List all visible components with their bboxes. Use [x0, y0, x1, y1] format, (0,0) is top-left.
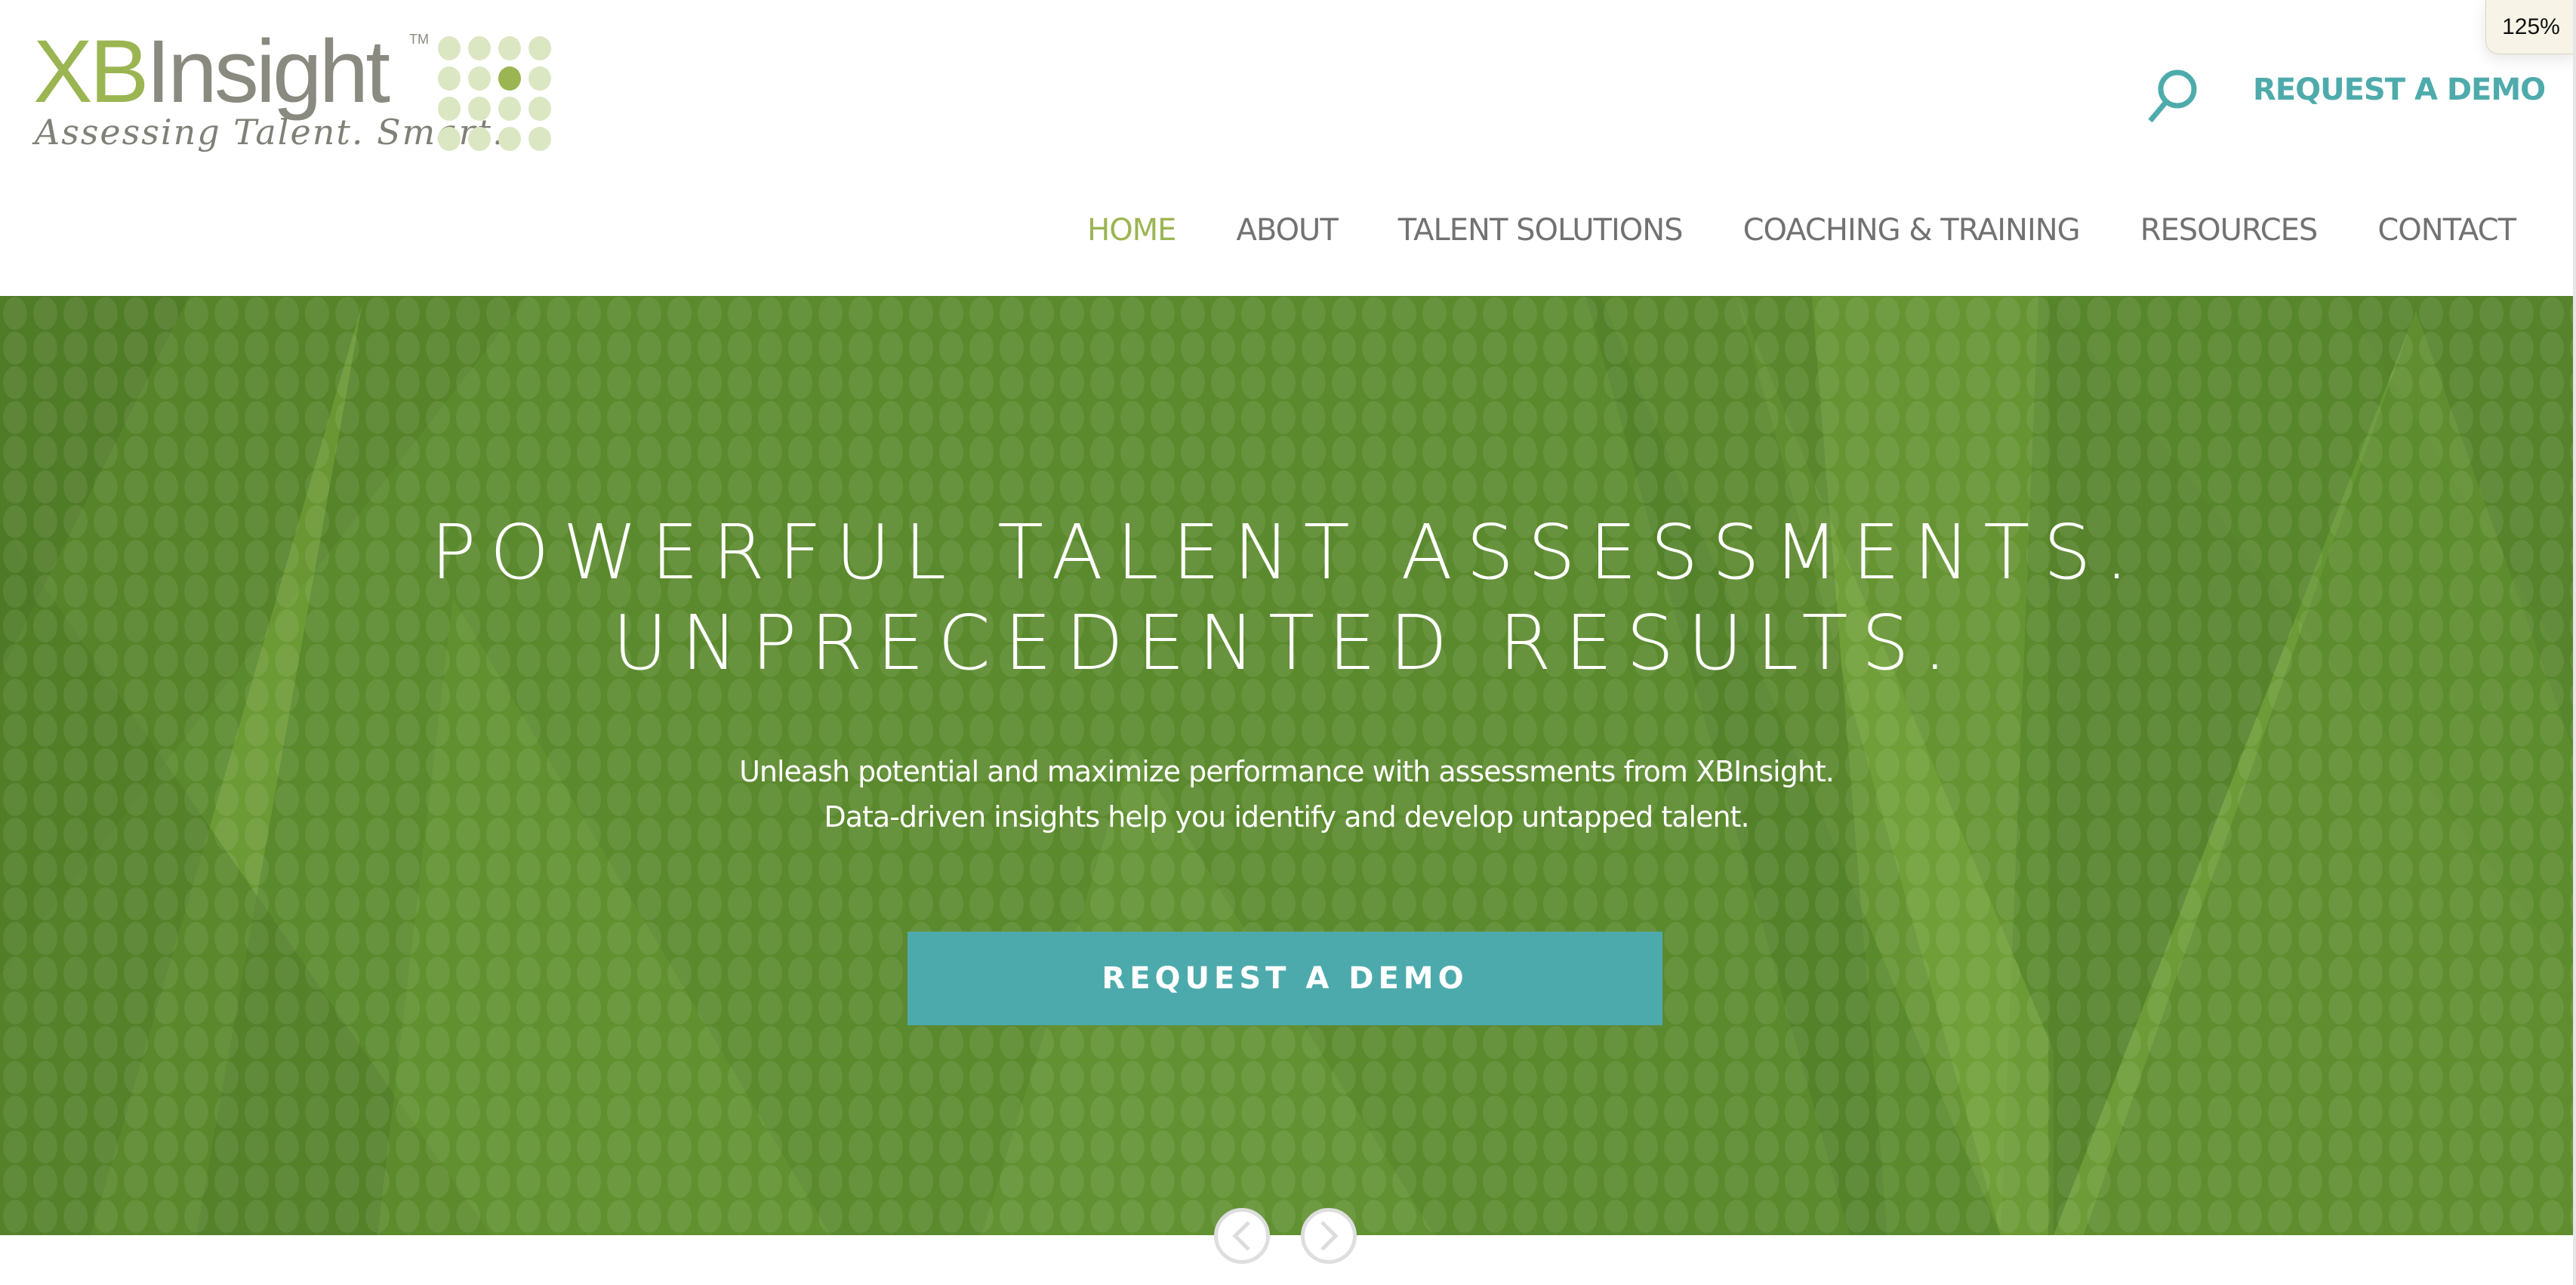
hero-subtext: Unleash potential and maximize performan… [0, 749, 2573, 840]
logo-dot-active [498, 66, 521, 91]
logo-dot [528, 36, 551, 60]
hero-headline-line1: POWERFUL TALENT ASSESSMENTS. [430, 508, 2143, 596]
logo[interactable]: XBInsight TM Assessing Talent. Smart. [33, 27, 562, 163]
header-request-demo-link[interactable]: REQUEST A DEMO [2253, 72, 2546, 107]
nav-item-home[interactable]: HOME [1087, 213, 1176, 248]
logo-dot [528, 97, 551, 121]
hero-headline: POWERFUL TALENT ASSESSMENTS. UNPRECEDENT… [0, 507, 2573, 689]
hero-subtext-line1: Unleash potential and maximize performan… [739, 755, 1835, 788]
logo-dot [438, 66, 461, 91]
logo-dot [438, 127, 461, 151]
nav-item-resources[interactable]: RESOURCES [2140, 213, 2319, 248]
logo-dot [468, 97, 491, 121]
logo-insight: Insight [146, 22, 390, 122]
main-nav: HOME ABOUT TALENT SOLUTIONS COACHING & T… [1027, 213, 2516, 248]
hero-headline-line2: UNPRECEDENTED RESULTS. [612, 599, 1961, 687]
browser-zoom-indicator: 125% [2485, 0, 2576, 54]
nav-item-talent-solutions[interactable]: TALENT SOLUTIONS [1398, 213, 1684, 248]
nav-item-about[interactable]: ABOUT [1236, 213, 1338, 248]
hero-subtext-line2: Data-driven insights help you identify a… [824, 800, 1749, 834]
hero-banner: POWERFUL TALENT ASSESSMENTS. UNPRECEDENT… [0, 296, 2573, 1235]
page-scrollbar[interactable] [2573, 0, 2576, 1285]
logo-xb: XB [33, 22, 149, 122]
nav-item-contact[interactable]: CONTACT [2377, 213, 2516, 248]
carousel-prev-button[interactable] [1214, 1208, 1270, 1264]
logo-dot [438, 97, 461, 121]
logo-trademark: TM [409, 32, 429, 47]
site-header: XBInsight TM Assessing Talent. Smart. RE… [0, 0, 2576, 296]
logo-dots-icon [435, 33, 556, 154]
logo-dot [438, 36, 461, 60]
logo-dot [468, 36, 491, 60]
logo-wordmark: XBInsight [33, 27, 390, 116]
nav-item-coaching-training[interactable]: COACHING & TRAINING [1743, 213, 2081, 248]
logo-dot [468, 127, 491, 151]
logo-dot [468, 66, 491, 91]
search-icon[interactable] [2146, 66, 2200, 124]
logo-dot [498, 127, 521, 151]
chevron-right-icon [1320, 1221, 1339, 1251]
hero-request-demo-button[interactable]: REQUEST A DEMO [907, 932, 1662, 1025]
logo-dot [498, 97, 521, 121]
chevron-left-icon [1232, 1221, 1250, 1251]
logo-dot [498, 36, 521, 60]
logo-dot [528, 127, 551, 151]
logo-dot [528, 66, 551, 91]
carousel-next-button[interactable] [1301, 1208, 1357, 1264]
